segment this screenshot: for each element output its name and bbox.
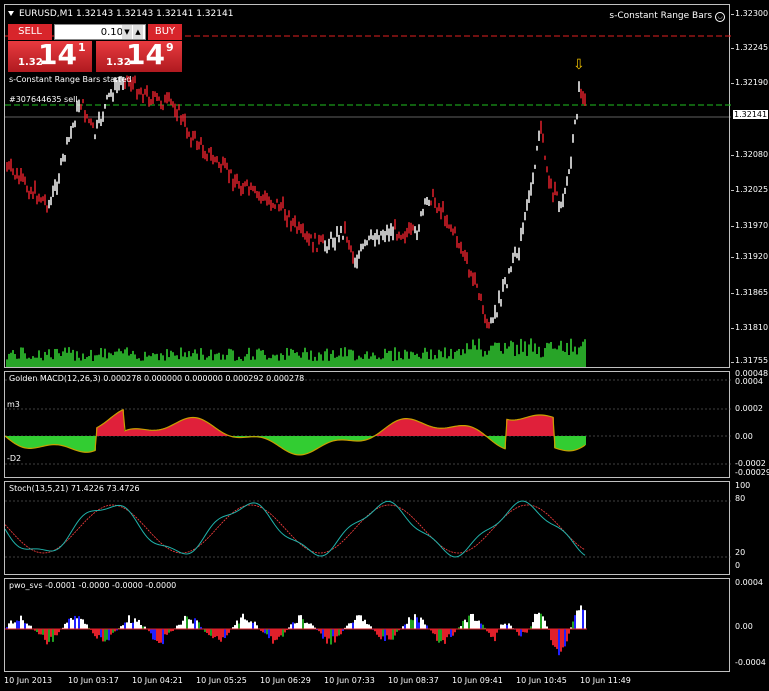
one-click-trading-panel: SELL 0.10 ▼ ▲ BUY 1.32 14 1 1.32 14 9 (8, 24, 182, 72)
sell-price-tile[interactable]: 1.32 14 1 (8, 38, 92, 72)
macd-level: 0.0002 (735, 404, 763, 413)
time-tick: 10 Jun 2013 (4, 676, 53, 685)
pwo-level: 0.00 (735, 622, 753, 631)
time-tick: 10 Jun 11:49 (580, 676, 631, 685)
time-tick: 10 Jun 07:33 (324, 676, 375, 685)
price-tick: 1.32300 (735, 9, 769, 18)
price-tick: 1.31970 (735, 221, 769, 230)
stochastic-axis: 100 80 20 0 (731, 481, 769, 575)
price-axis[interactable]: 1.32300 1.32245 1.32190 1.32141 1.32080 … (731, 4, 769, 368)
lot-increase-icon[interactable]: ▲ (133, 25, 143, 39)
order-label[interactable]: #307644635 sell (9, 95, 78, 104)
price-tick: 1.32245 (735, 43, 769, 52)
stochastic-title: Stoch(13,5,21) 71.4226 73.4726 (9, 484, 140, 493)
price-tick: 1.32080 (735, 150, 769, 159)
pwo-level: -0.0004 (735, 658, 766, 667)
ea-started-notice: s-Constant Range Bars started (9, 75, 132, 84)
macd-title: Golden MACD(12,26,3) 0.000278 0.000000 0… (9, 374, 305, 383)
macd-chart[interactable] (5, 372, 731, 479)
price-tick: 1.31810 (735, 323, 769, 332)
macd-level: -0.0002 (735, 459, 766, 468)
pwo-level: 0.0004 (735, 578, 763, 587)
price-tick: 1.32190 (735, 78, 769, 87)
time-tick: 10 Jun 06:29 (260, 676, 311, 685)
macd-axis: 0.00048 0.0004 0.0002 0.00 -0.0002 -0.00… (731, 369, 769, 478)
time-tick: 10 Jun 04:21 (132, 676, 183, 685)
sell-price-fraction: 1 (78, 41, 86, 54)
stoch-level: 100 (735, 481, 751, 490)
time-tick: 10 Jun 03:17 (68, 676, 119, 685)
stoch-level: 20 (735, 548, 746, 557)
stoch-level: 0 (735, 561, 741, 570)
macd-m3-label: m3 (7, 400, 20, 409)
buy-price-pips: 14 (126, 38, 165, 71)
time-tick: 10 Jun 09:41 (452, 676, 503, 685)
macd-level: -0.00029 (735, 468, 769, 477)
stoch-main-line (5, 500, 586, 558)
sell-price-pips: 14 (38, 38, 77, 71)
smiley-icon[interactable]: ◡ (715, 12, 725, 22)
stoch-level: 80 (735, 494, 746, 503)
macd-level: 0.00 (735, 432, 753, 441)
pwo-axis: 0.0004 0.00 -0.0004 (731, 578, 769, 672)
time-tick: 10 Jun 05:25 (196, 676, 247, 685)
buy-price-tile[interactable]: 1.32 14 9 (96, 38, 182, 72)
time-tick: 10 Jun 08:37 (388, 676, 439, 685)
expert-name: s-Constant Range Bars ◡ (609, 11, 725, 22)
macd-pane[interactable]: Golden MACD(12,26,3) 0.000278 0.000000 0… (4, 371, 731, 479)
current-price-marker: 1.32141 (733, 110, 769, 119)
pwo-pane[interactable]: pwo_svs -0.0001 -0.0000 -0.0000 -0.0000 (4, 578, 730, 672)
pwo-chart[interactable] (5, 579, 731, 673)
macd-level: 0.0004 (735, 377, 763, 386)
time-tick: 10 Jun 10:45 (516, 676, 567, 685)
expert-name-label: s-Constant Range Bars (609, 11, 713, 21)
stochastic-pane[interactable]: Stoch(13,5,21) 71.4226 73.4726 (4, 481, 731, 576)
price-tick: 1.32025 (735, 185, 769, 194)
macd-d2-label: -D2 (7, 454, 22, 463)
time-axis[interactable]: 10 Jun 2013 10 Jun 03:17 10 Jun 04:21 10… (0, 672, 769, 691)
sell-arrow-icon: ⇩ (573, 57, 585, 73)
price-tick: 1.31865 (735, 288, 769, 297)
stochastic-chart[interactable] (5, 482, 731, 576)
stoch-signal-line (5, 504, 586, 554)
symbol-info: EURUSD,M1 1.32143 1.32143 1.32141 1.3214… (19, 9, 234, 19)
price-tick: 1.31920 (735, 252, 769, 261)
lot-decrease-icon[interactable]: ▼ (122, 25, 132, 39)
buy-price-fraction: 9 (166, 41, 174, 54)
price-tick: 1.31755 (735, 356, 769, 365)
pwo-title: pwo_svs -0.0001 -0.0000 -0.0000 -0.0000 (9, 581, 177, 590)
